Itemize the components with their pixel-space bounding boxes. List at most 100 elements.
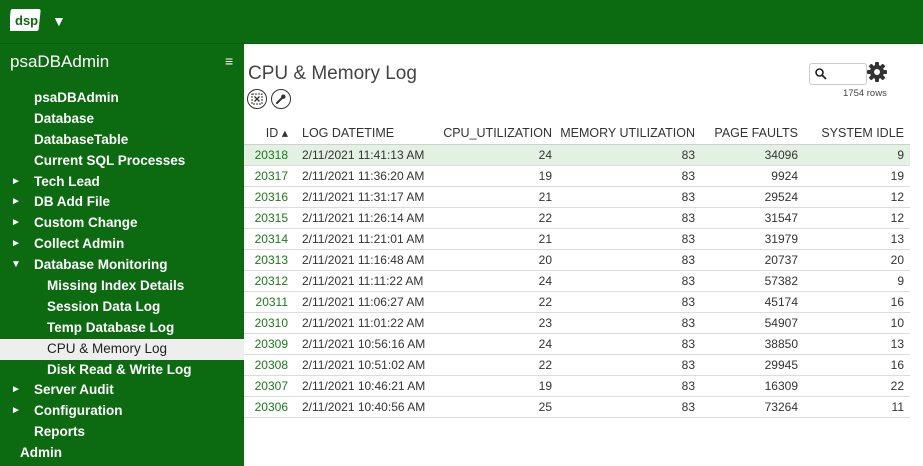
cell-id[interactable]: 20310 (244, 312, 294, 334)
cell-memory-utilization: 83 (560, 207, 703, 229)
table-header-row: ID ▴ LOG DATETIME CPU_UTILIZATION MEMORY… (244, 122, 910, 145)
table-row[interactable]: 20317 2/11/2021 11:36:20 AM 19 83 9924 19 (244, 165, 910, 187)
column-header-cpu-utilization[interactable]: CPU_UTILIZATION (434, 122, 560, 145)
table-row[interactable]: 20316 2/11/2021 11:31:17 AM 21 83 29524 12 (244, 186, 910, 208)
expanded-arrow-icon: ▼ (11, 259, 21, 271)
table-row[interactable]: 20315 2/11/2021 11:26:14 AM 22 83 31547 12 (244, 207, 910, 229)
cell-log-datetime: 2/11/2021 10:40:56 AM (294, 396, 434, 418)
sidebar-item-disk-read-write-log[interactable]: Disk Read & Write Log (0, 360, 244, 381)
cell-system-idle: 12 (806, 207, 910, 229)
column-header-id[interactable]: ID ▴ (244, 122, 294, 145)
sidebar-item-label: Custom Change (34, 215, 138, 231)
sidebar-item-reports[interactable]: Reports (0, 422, 244, 443)
cell-id[interactable]: 20312 (244, 270, 294, 292)
table-row[interactable]: 20309 2/11/2021 10:56:16 AM 24 83 38850 13 (244, 333, 910, 355)
svg-text:dsp: dsp (15, 13, 38, 28)
wrench-icon[interactable] (271, 89, 291, 109)
cell-log-datetime: 2/11/2021 10:46:21 AM (294, 375, 434, 397)
sidebar-item-server-audit[interactable]: ► Server Audit (0, 380, 244, 401)
cell-log-datetime: 2/11/2021 11:16:48 AM (294, 249, 434, 271)
sidebar-item-database[interactable]: Database (0, 109, 244, 130)
cell-id[interactable]: 20314 (244, 228, 294, 250)
cell-id[interactable]: 20318 (244, 144, 294, 166)
sidebar-item-label: psaDBAdmin (34, 90, 119, 105)
cell-id[interactable]: 20306 (244, 396, 294, 418)
cell-id[interactable]: 20307 (244, 375, 294, 397)
sidebar-item-db-add-file[interactable]: ► DB Add File (0, 192, 244, 213)
cell-page-faults: 31979 (703, 228, 806, 250)
sidebar-item-missing-index-details[interactable]: Missing Index Details (0, 276, 244, 297)
cell-log-datetime: 2/11/2021 11:26:14 AM (294, 207, 434, 229)
table-row[interactable]: 20306 2/11/2021 10:40:56 AM 25 83 73264 11 (244, 396, 910, 418)
menu-toggle-icon[interactable]: ≡ (225, 53, 233, 69)
sidebar-item-label: Server Audit (34, 382, 114, 398)
sidebar-item-session-data-log[interactable]: Session Data Log (0, 297, 244, 318)
cell-system-idle: 9 (806, 144, 910, 166)
cell-system-idle: 20 (806, 249, 910, 271)
cell-id[interactable]: 20308 (244, 354, 294, 376)
cell-cpu-utilization: 19 (434, 375, 560, 397)
sidebar-item-label: Configuration (34, 403, 123, 419)
sidebar-item-psadbadmin[interactable]: psaDBAdmin (0, 88, 244, 109)
table-row[interactable]: 20307 2/11/2021 10:46:21 AM 19 83 16309 22 (244, 375, 910, 397)
collapsed-arrow-icon: ► (11, 405, 21, 417)
table-row[interactable]: 20311 2/11/2021 11:06:27 AM 22 83 45174 16 (244, 291, 910, 313)
cell-memory-utilization: 83 (560, 165, 703, 187)
cell-cpu-utilization: 19 (434, 165, 560, 187)
cell-memory-utilization: 83 (560, 354, 703, 376)
cell-cpu-utilization: 21 (434, 228, 560, 250)
cell-log-datetime: 2/11/2021 11:21:01 AM (294, 228, 434, 250)
cell-memory-utilization: 83 (560, 186, 703, 208)
cell-log-datetime: 2/11/2021 11:31:17 AM (294, 186, 434, 208)
table-row[interactable]: 20310 2/11/2021 11:01:22 AM 23 83 54907 10 (244, 312, 910, 334)
clear-filter-icon[interactable] (247, 89, 267, 109)
cell-page-faults: 20737 (703, 249, 806, 271)
app-switcher-caret-icon[interactable]: ▼ (52, 13, 66, 29)
cell-id[interactable]: 20311 (244, 291, 294, 313)
cell-page-faults: 29945 (703, 354, 806, 376)
column-header-page-faults[interactable]: PAGE FAULTS (703, 122, 806, 145)
table-row[interactable]: 20312 2/11/2021 11:11:22 AM 24 83 57382 9 (244, 270, 910, 292)
table-row[interactable]: 20308 2/11/2021 10:51:02 AM 22 83 29945 16 (244, 354, 910, 376)
cell-id[interactable]: 20315 (244, 207, 294, 229)
sidebar-item-current-sql-processes[interactable]: Current SQL Processes (0, 151, 244, 172)
cell-page-faults: 73264 (703, 396, 806, 418)
column-header-system-idle[interactable]: SYSTEM IDLE (806, 122, 910, 145)
table-row[interactable]: 20318 2/11/2021 11:41:13 AM 24 83 34096 9 (244, 144, 910, 166)
collapsed-arrow-icon: ► (11, 175, 21, 187)
sidebar-item-temp-database-log[interactable]: Temp Database Log (0, 318, 244, 339)
sidebar-item-custom-change[interactable]: ► Custom Change (0, 213, 244, 234)
gear-icon[interactable] (866, 61, 888, 83)
sidebar-item-label: Database Monitoring (34, 257, 168, 273)
cell-id[interactable]: 20317 (244, 165, 294, 187)
sidebar-item-label: Tech Lead (34, 173, 100, 189)
cell-page-faults: 38850 (703, 333, 806, 355)
sidebar-item-configuration[interactable]: ► Configuration (0, 401, 244, 422)
search-input[interactable] (809, 63, 867, 85)
cell-cpu-utilization: 25 (434, 396, 560, 418)
sidebar-item-cpu-memory-log[interactable]: CPU & Memory Log (0, 338, 244, 360)
cell-page-faults: 29524 (703, 186, 806, 208)
cell-log-datetime: 2/11/2021 10:51:02 AM (294, 354, 434, 376)
cell-id[interactable]: 20309 (244, 333, 294, 355)
cell-id[interactable]: 20313 (244, 249, 294, 271)
cell-cpu-utilization: 21 (434, 186, 560, 208)
sidebar-item-tech-lead[interactable]: ► Tech Lead (0, 172, 244, 193)
table-row[interactable]: 20313 2/11/2021 11:16:48 AM 20 83 20737 20 (244, 249, 910, 271)
cell-memory-utilization: 83 (560, 270, 703, 292)
table-row[interactable]: 20314 2/11/2021 11:21:01 AM 21 83 31979 13 (244, 228, 910, 250)
sidebar-item-admin[interactable]: Admin (0, 443, 244, 464)
column-header-log-datetime[interactable]: LOG DATETIME (294, 122, 434, 145)
cell-system-idle: 12 (806, 186, 910, 208)
sidebar: psaDBAdmin ≡ psaDBAdmin Database DatabaseT… (0, 44, 244, 466)
dsp-logo-icon[interactable]: dsp (10, 7, 44, 35)
sidebar-item-database-monitoring[interactable]: ▼ Database Monitoring (0, 255, 244, 276)
cell-memory-utilization: 83 (560, 333, 703, 355)
sidebar-item-collect-admin[interactable]: ► Collect Admin (0, 234, 244, 255)
cell-system-idle: 10 (806, 312, 910, 334)
column-header-memory-utilization[interactable]: MEMORY UTILIZATION (560, 122, 703, 145)
cell-page-faults: 34096 (703, 144, 806, 166)
sidebar-item-databasetable[interactable]: DatabaseTable (0, 130, 244, 151)
cell-id[interactable]: 20316 (244, 186, 294, 208)
cell-system-idle: 13 (806, 333, 910, 355)
